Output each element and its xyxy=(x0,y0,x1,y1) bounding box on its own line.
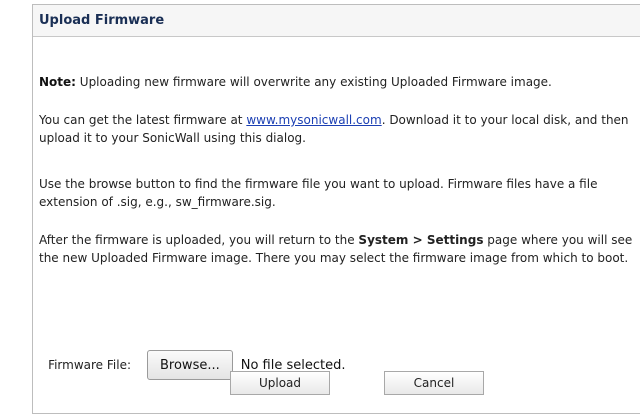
note-label: Note: xyxy=(39,75,76,89)
browse-button[interactable]: Browse... xyxy=(147,350,233,380)
note-paragraph: Note: Uploading new firmware will overwr… xyxy=(39,73,640,91)
dialog-title: Upload Firmware xyxy=(39,13,165,28)
after-upload-paragraph: After the firmware is uploaded, you will… xyxy=(39,231,640,267)
upload-button[interactable]: Upload xyxy=(230,371,330,395)
mysonicwall-link[interactable]: www.mysonicwall.com xyxy=(246,113,381,127)
cancel-button[interactable]: Cancel xyxy=(384,371,484,395)
source-text-before: You can get the latest firmware at xyxy=(39,113,247,127)
dialog-titlebar: Upload Firmware xyxy=(33,5,640,37)
note-text: Uploading new firmware will overwrite an… xyxy=(75,75,552,89)
upload-firmware-dialog: Upload Firmware Note: Uploading new firm… xyxy=(32,4,640,414)
browse-instructions-paragraph: Use the browse button to find the firmwa… xyxy=(39,177,598,209)
system-settings-reference: System > Settings xyxy=(358,233,484,247)
firmware-source-paragraph: You can get the latest firmware at www.m… xyxy=(39,111,640,147)
after-upload-text-before: After the firmware is uploaded, you will… xyxy=(39,233,359,247)
firmware-file-label: Firmware File: xyxy=(48,358,131,372)
